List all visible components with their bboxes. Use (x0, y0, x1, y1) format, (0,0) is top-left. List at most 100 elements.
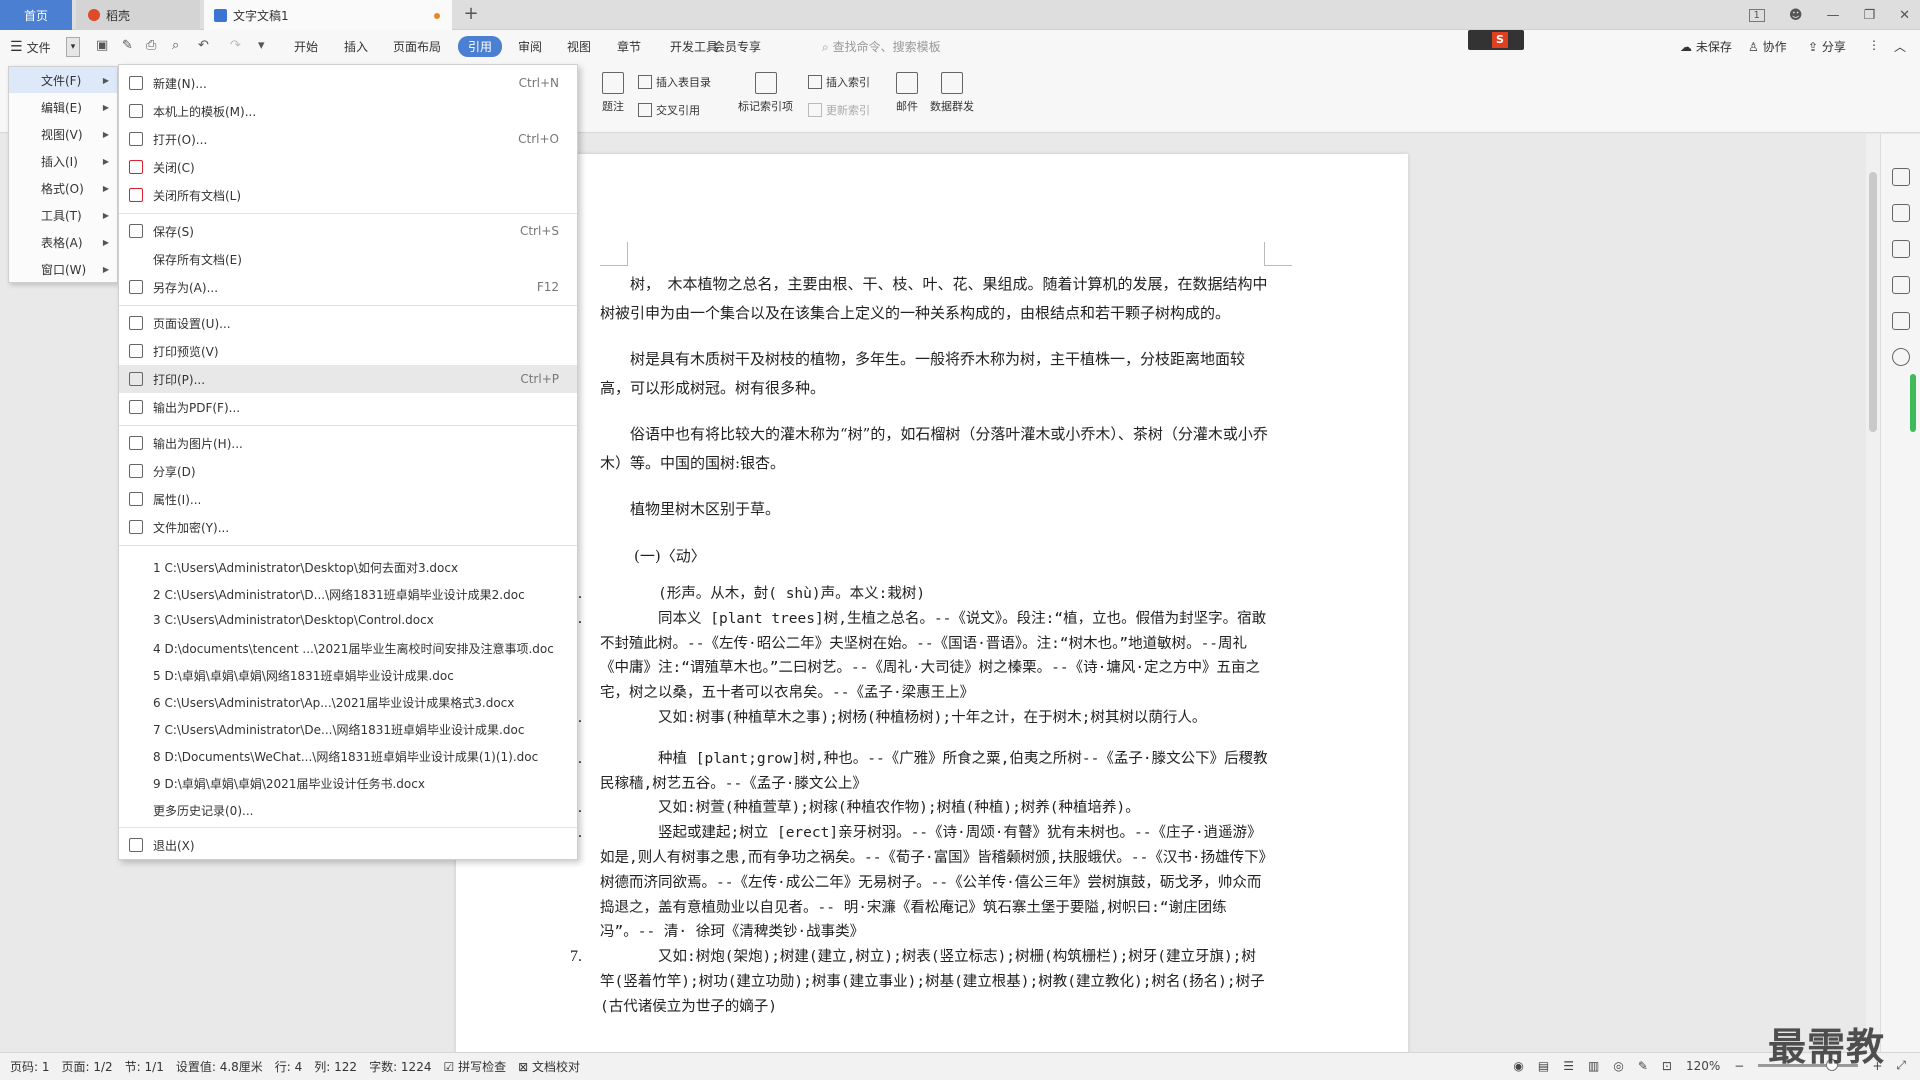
recent-file[interactable]: 2 C:\Users\Administrator\D...\网络1831班卓娟毕… (153, 586, 525, 603)
recent-file[interactable]: 1 C:\Users\Administrator\Desktop\如何去面对3.… (153, 559, 458, 576)
zoom-out-button[interactable]: − (1734, 1059, 1744, 1073)
menu-window[interactable]: 窗口(W) ▶ (9, 256, 117, 282)
file-menu-button[interactable]: ☰ 文件 (10, 36, 51, 58)
menu-exit[interactable]: 退出(X) (119, 831, 577, 859)
ime-toolbar[interactable]: S (1468, 30, 1524, 50)
window-count-icon[interactable]: 1 (1748, 8, 1765, 22)
customize-toolbar-icon[interactable]: ▾ (258, 38, 265, 53)
menu-share[interactable]: 分享(D) (119, 457, 577, 485)
cross-reference-button[interactable]: 交叉引用 (638, 102, 700, 118)
tab-developer[interactable]: 开发工具 (670, 38, 718, 55)
mark-index-button[interactable]: 标记索引项 (738, 72, 793, 114)
tab-references[interactable]: 引用 (458, 36, 503, 57)
reading-view-icon[interactable]: ▥ (1588, 1059, 1599, 1073)
more-history[interactable]: 更多历史记录(0)... (153, 802, 253, 819)
tab-member[interactable]: 会员专享 (713, 38, 761, 55)
insert-index-button[interactable]: 插入索引 (808, 74, 870, 90)
new-tab-button[interactable]: + (460, 4, 482, 26)
minimize-button[interactable]: — (1826, 8, 1839, 23)
web-view-icon[interactable]: ◎ (1613, 1059, 1623, 1073)
settings-sliders-icon[interactable] (1892, 276, 1910, 294)
page-view-icon[interactable]: ▤ (1538, 1059, 1549, 1073)
template-icon (129, 104, 143, 118)
update-index-button[interactable]: 更新索引 (808, 102, 870, 118)
redo-icon[interactable]: ↷ (230, 38, 241, 53)
help-icon[interactable] (1892, 348, 1910, 366)
menu-new[interactable]: 新建(N)... Ctrl+N (119, 69, 577, 97)
menu-print-preview[interactable]: 打印预览(V) (119, 337, 577, 365)
style-icon[interactable] (1892, 168, 1910, 186)
tab-home[interactable]: 首页 (0, 0, 72, 30)
recent-file[interactable]: 8 D:\Documents\WeChat...\网络1831班卓娟毕业设计成果… (153, 748, 538, 765)
menu-view[interactable]: 视图(V) ▶ (9, 121, 117, 147)
avatar[interactable]: ☻ (1789, 8, 1803, 23)
menu-export-image[interactable]: 输出为图片(H)... (119, 429, 577, 457)
menu-save[interactable]: 保存(S) Ctrl+S (119, 217, 577, 245)
tab-start[interactable]: 开始 (294, 38, 318, 55)
collab-button[interactable]: ♙ 协作 (1748, 38, 1787, 55)
print-icon[interactable]: ⎙ (146, 38, 156, 53)
archive-icon[interactable] (1892, 312, 1910, 330)
menu-print[interactable]: 打印(P)... Ctrl+P (119, 365, 577, 393)
undo-icon[interactable]: ↶ (198, 38, 209, 53)
format-painter-icon[interactable]: ✎ (122, 38, 133, 53)
menu-export-pdf[interactable]: 输出为PDF(F)... (119, 393, 577, 421)
tab-chapter[interactable]: 章节 (617, 38, 641, 55)
menu-save-as[interactable]: 另存为(A)... F12 (119, 273, 577, 301)
document-body[interactable]: 树， 木本植物之总名，主要由根、干、枝、叶、花、果组成。随着计算机的发展，在数据… (570, 270, 1270, 1020)
share-button[interactable]: ⇪ 分享 (1808, 38, 1846, 55)
recent-file[interactable]: 6 C:\Users\Administrator\Ap...\2021届毕业设计… (153, 694, 514, 711)
tab-daoke[interactable]: 稻壳 (76, 0, 200, 30)
insert-toc-button[interactable]: 插入表目录 (638, 74, 711, 90)
menu-close-all[interactable]: 关闭所有文档(L) (119, 181, 577, 209)
menu-local-templates[interactable]: 本机上的模板(M)... (119, 97, 577, 125)
caption-button[interactable]: 题注 (602, 72, 624, 114)
tab-page-layout[interactable]: 页面布局 (393, 38, 441, 55)
menu-table[interactable]: 表格(A) ▶ (9, 229, 117, 255)
menu-page-setup[interactable]: 页面设置(U)... (119, 309, 577, 337)
menu-save-all[interactable]: 保存所有文档(E) (119, 245, 577, 273)
recent-file[interactable]: 3 C:\Users\Administrator\Desktop\Control… (153, 613, 434, 627)
outline-view-icon[interactable]: ☰ (1563, 1059, 1574, 1073)
document-page[interactable]: 树， 木本植物之总名，主要由根、干、枝、叶、花、果组成。随着计算机的发展，在数据… (456, 154, 1408, 1054)
more-icon[interactable]: ⋮ (1868, 38, 1880, 52)
tab-insert[interactable]: 插入 (344, 38, 368, 55)
menu-tools[interactable]: 工具(T) ▶ (9, 202, 117, 228)
eye-protection-icon[interactable]: ◉ (1513, 1059, 1523, 1073)
mail-button[interactable]: 邮件 (896, 72, 918, 114)
zoom-level[interactable]: 120% (1686, 1059, 1720, 1073)
menu-format[interactable]: 格式(O) ▶ (9, 175, 117, 201)
write-mode-icon[interactable]: ✎ (1638, 1059, 1648, 1073)
print-preview-icon[interactable]: ⌕ (172, 38, 179, 53)
recent-file[interactable]: 9 D:\卓娟\卓娟\卓娟\2021届毕业设计任务书.docx (153, 775, 425, 792)
menu-file[interactable]: 文件(F) ▶ (9, 67, 117, 93)
spell-check-button[interactable]: ☑ 拼写检查 (443, 1058, 506, 1075)
menu-insert[interactable]: 插入(I) ▶ (9, 148, 117, 174)
menu-open[interactable]: 打开(O)... Ctrl+O (119, 125, 577, 153)
tab-review[interactable]: 审阅 (518, 38, 542, 55)
recent-file[interactable]: 5 D:\卓娟\卓娟\卓娟\网络1831班卓娟毕业设计成果.doc (153, 667, 454, 684)
close-button[interactable]: ✕ (1899, 8, 1910, 23)
scrollbar-thumb[interactable] (1869, 172, 1877, 432)
menu-edit[interactable]: 编辑(E) ▶ (9, 94, 117, 120)
recent-file[interactable]: 7 C:\Users\Administrator\De...\网络1831班卓娟… (153, 721, 524, 738)
unsaved-status[interactable]: ☁ 未保存 (1680, 38, 1732, 55)
tab-view[interactable]: 视图 (567, 38, 591, 55)
maximize-button[interactable]: ❐ (1863, 8, 1875, 23)
command-search[interactable]: ⌕ 查找命令、搜索模板 (822, 38, 941, 55)
status-words[interactable]: 字数: 1224 (369, 1058, 431, 1075)
recent-file[interactable]: 4 D:\documents\tencent ...\2021届毕业生离校时间安… (153, 640, 554, 657)
mass-mail-button[interactable]: 数据群发 (930, 72, 974, 114)
tab-document[interactable]: 文字文稿1 (204, 0, 452, 30)
save-icon[interactable]: ▣ (96, 38, 108, 53)
menu-close[interactable]: 关闭(C) (119, 153, 577, 181)
cursor-icon[interactable] (1892, 240, 1910, 258)
menu-properties[interactable]: 属性(I)... (119, 485, 577, 513)
pen-icon[interactable] (1892, 204, 1910, 222)
fit-page-icon[interactable]: ⊡ (1662, 1059, 1672, 1073)
proofread-button[interactable]: ⊠ 文档校对 (518, 1058, 580, 1075)
menu-encrypt[interactable]: 文件加密(Y)... (119, 513, 577, 541)
vertical-scrollbar[interactable] (1866, 134, 1880, 1052)
collapse-ribbon-icon[interactable]: ︿ (1894, 38, 1906, 55)
file-dropdown-toggle[interactable]: ▾ (66, 37, 80, 57)
